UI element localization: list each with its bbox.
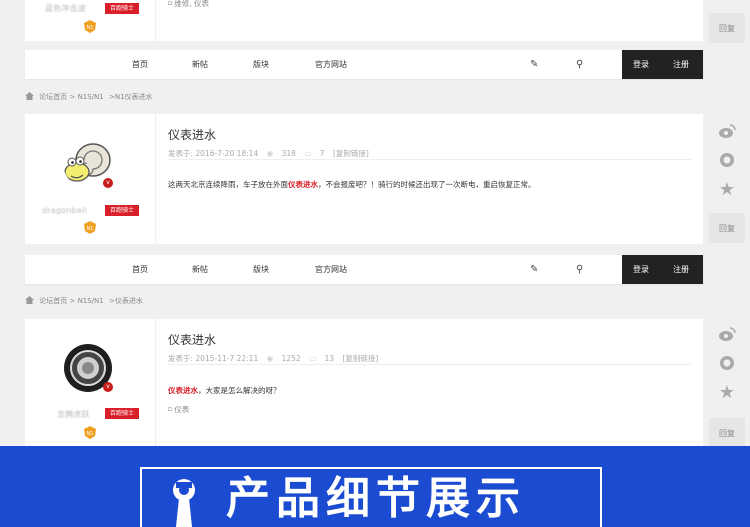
home-icon	[25, 296, 34, 304]
post-body-text-tail: ，不会报废吧？！骑行的时候还出现了一次断电，重启恢复正常。	[318, 180, 536, 189]
breadcrumb-forum[interactable]: N1S/N1	[78, 93, 104, 101]
post-card: v 龙腾虎跃 百跑骑士 N1 仪表进水 发表于: 2015-11-7 22:11…	[25, 319, 703, 446]
share-actions: ★	[709, 321, 745, 405]
nav-new-posts[interactable]: 新帖	[192, 255, 208, 284]
user-column: v 龙腾虎跃 百跑骑士 N1	[25, 319, 156, 446]
post-card: v dragonball 百跑骑士 N1 仪表进水 发表于: 2016-7-20…	[25, 114, 703, 244]
post-tags: ⌑ 仪表	[168, 404, 189, 415]
home-icon	[25, 92, 34, 100]
views-count: 1252	[281, 354, 301, 363]
user-column: 蓝色冲击波 百跑骑士 N1	[25, 0, 156, 41]
post-body: 这两天北京连续降雨，车子放在外面仪表进水，不会报废吧？！骑行的时候还出现了一次断…	[168, 179, 536, 190]
tag-icon: ⌑	[168, 405, 172, 414]
copy-link-button[interactable]: [复制链接]	[342, 354, 378, 363]
svg-text:N1: N1	[87, 226, 94, 232]
verified-badge-icon: v	[103, 382, 113, 392]
top-navbar: 首页 新帖 版块 官方网站 ✎ ⚲ 登录 注册	[25, 50, 703, 79]
post-body-text-tail: ，大家是怎么解决的呀？	[198, 386, 281, 395]
nav-home[interactable]: 首页	[132, 255, 148, 284]
search-icon[interactable]: ⚲	[576, 50, 583, 79]
svg-text:N1: N1	[87, 25, 94, 31]
username[interactable]: 龙腾虎跃	[57, 409, 90, 420]
post-title: 仪表进水	[168, 333, 217, 347]
search-icon[interactable]: ⚲	[576, 255, 583, 284]
post-card-previous: 蓝色冲击波 百跑骑士 N1 ⌑ 维修, 仪表	[25, 0, 703, 41]
post-body-highlight[interactable]: 仪表进水	[288, 180, 318, 189]
divider	[168, 159, 692, 160]
copy-link-button[interactable]: [复制链接]	[333, 149, 369, 158]
favorite-star-icon[interactable]: ★	[709, 176, 745, 202]
breadcrumb-separator: >	[69, 297, 78, 305]
post-date: 发表于: 2016-7-20 18:14	[168, 149, 259, 158]
reply-button[interactable]: 回复	[709, 418, 745, 448]
n1-medal-icon: N1	[84, 20, 96, 33]
auth-area: 登录 注册	[622, 50, 703, 79]
login-button[interactable]: 登录	[633, 50, 649, 79]
breadcrumb-thread[interactable]: >N1仪表进水	[109, 93, 153, 101]
verified-badge-icon: v	[103, 178, 113, 188]
camera-share-icon[interactable]	[709, 350, 745, 376]
nav-new-posts[interactable]: 新帖	[192, 50, 208, 79]
breadcrumb-separator: >	[69, 93, 78, 101]
views-icon: ◉	[266, 354, 274, 363]
replies-icon: ▭	[304, 149, 312, 158]
post-date: 发表于: 2015-11-7 22:11	[168, 354, 259, 363]
replies-count: 13	[324, 354, 335, 363]
weibo-share-icon[interactable]	[709, 321, 745, 347]
post-body-text: 这两天北京连续降雨，车子放在外面	[168, 180, 288, 189]
views-count: 318	[281, 149, 296, 158]
nav-official-site[interactable]: 官方网站	[315, 255, 347, 284]
edit-icon[interactable]: ✎	[530, 50, 538, 79]
nav-forums[interactable]: 版块	[253, 255, 269, 284]
n1-medal-icon: N1	[84, 426, 96, 439]
weibo-share-icon[interactable]	[709, 118, 745, 144]
banner-title: 产品细节展示	[226, 473, 526, 524]
post-meta: 发表于: 2016-7-20 18:14 ◉ 318 ▭ 7 [复制链接]	[168, 148, 375, 159]
divider	[168, 364, 692, 365]
top-navbar: 首页 新帖 版块 官方网站 ✎ ⚲ 登录 注册	[25, 255, 703, 284]
replies-count: 7	[319, 149, 325, 158]
reply-button[interactable]: 回复	[709, 213, 745, 243]
username[interactable]: 蓝色冲击波	[45, 3, 86, 14]
breadcrumb-home[interactable]: 论坛首页	[39, 297, 67, 305]
user-tag-badge: 百跑骑士	[105, 205, 139, 216]
breadcrumb-forum[interactable]: N1S/N1	[78, 297, 104, 305]
username[interactable]: dragonball	[42, 206, 87, 215]
nav-official-site[interactable]: 官方网站	[315, 50, 347, 79]
views-icon: ◉	[266, 149, 274, 158]
favorite-star-icon[interactable]: ★	[709, 379, 745, 405]
edit-icon[interactable]: ✎	[530, 255, 538, 284]
auth-area: 登录 注册	[622, 255, 703, 284]
login-button[interactable]: 登录	[633, 255, 649, 284]
replies-icon: ▭	[309, 354, 317, 363]
share-actions: ★	[709, 118, 745, 202]
register-button[interactable]: 注册	[673, 255, 689, 284]
svg-text:N1: N1	[87, 431, 94, 437]
breadcrumb: 论坛首页 > N1S/N1 >N1仪表进水	[25, 90, 153, 104]
camera-share-icon[interactable]	[709, 147, 745, 173]
product-detail-banner: 产品细节展示	[0, 446, 750, 527]
nav-forums[interactable]: 版块	[253, 50, 269, 79]
breadcrumb-thread[interactable]: >仪表进水	[109, 297, 143, 305]
nav-home[interactable]: 首页	[132, 50, 148, 79]
post-meta: 发表于: 2015-11-7 22:11 ◉ 1252 ▭ 13 [复制链接]	[168, 353, 384, 364]
reply-button[interactable]: 回复	[709, 13, 745, 43]
breadcrumb: 论坛首页 > N1S/N1 >仪表进水	[25, 294, 143, 308]
post-tags: ⌑ 维修, 仪表	[168, 0, 209, 9]
post-body-highlight[interactable]: 仪表进水	[168, 386, 198, 395]
tag-link[interactable]: 仪表	[174, 405, 189, 414]
user-column: v dragonball 百跑骑士 N1	[25, 114, 156, 244]
breadcrumb-home[interactable]: 论坛首页	[39, 93, 67, 101]
tags-text[interactable]: 维修, 仪表	[174, 0, 209, 8]
wrench-icon	[173, 479, 195, 527]
user-tag-badge: 百跑骑士	[105, 3, 139, 14]
tag-icon: ⌑	[168, 0, 172, 8]
post-body: 仪表进水，大家是怎么解决的呀？	[168, 385, 281, 396]
post-title: 仪表进水	[168, 128, 217, 142]
user-tag-badge: 百跑骑士	[105, 408, 139, 419]
register-button[interactable]: 注册	[673, 50, 689, 79]
n1-medal-icon: N1	[84, 221, 96, 234]
